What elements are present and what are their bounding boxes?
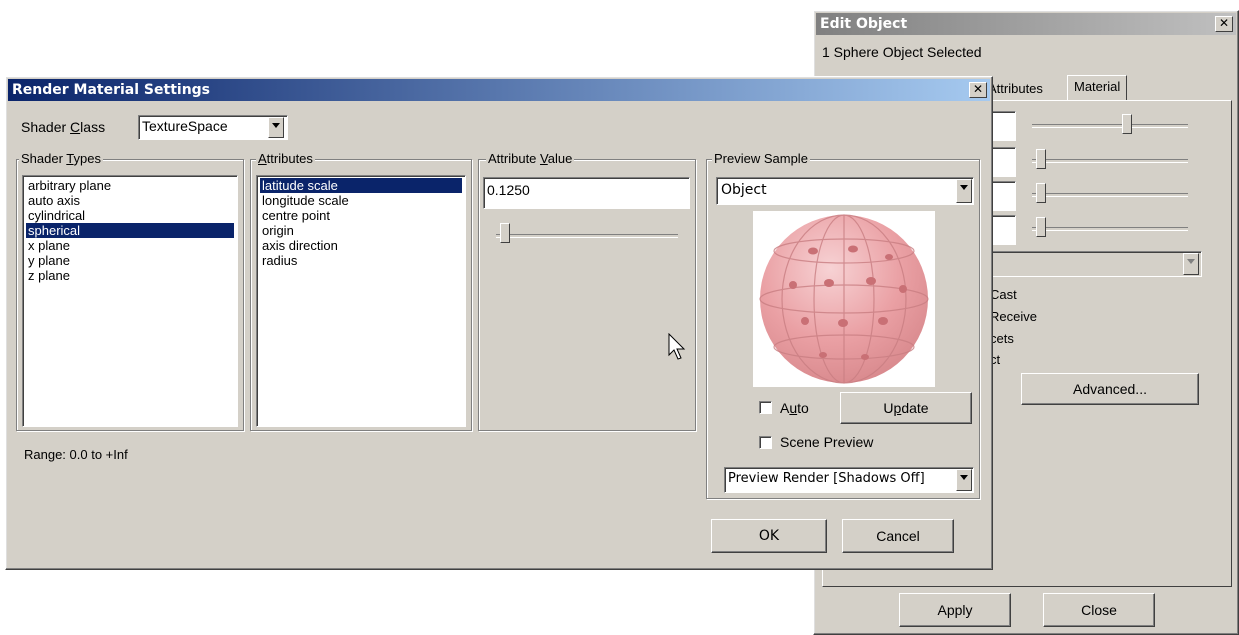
shader-type-list-item[interactable]: cylindrical [26, 208, 234, 223]
shader-class-select[interactable]: TextureSpace [138, 115, 288, 140]
edit-object-title: Edit Object [820, 16, 908, 32]
scene-preview-checkbox[interactable] [759, 436, 772, 449]
sphere-preview-icon [759, 214, 929, 384]
checkbox-cast-label[interactable]: Cast [990, 287, 1017, 302]
attribute-value-slider-track[interactable] [496, 234, 678, 238]
material-slider-track-2[interactable] [1032, 159, 1188, 163]
render-dialog-title: Render Material Settings [12, 82, 211, 98]
shader-class-chevron-down-icon[interactable] [268, 117, 284, 138]
auto-checkbox[interactable] [759, 401, 772, 414]
shader-type-list-item[interactable]: spherical [26, 223, 234, 238]
close-button[interactable]: Close [1043, 593, 1155, 627]
edit-object-close-icon[interactable]: ✕ [1215, 16, 1233, 32]
checkbox-receive-label[interactable]: Receive [990, 309, 1037, 324]
preview-object-chevron-down-icon[interactable] [956, 179, 972, 203]
tab-material[interactable]: Material [1067, 75, 1128, 101]
shader-type-list-item[interactable]: x plane [26, 238, 234, 253]
selection-status: 1 Sphere Object Selected [822, 44, 982, 60]
material-combo-chevron-down-icon[interactable] [1183, 253, 1199, 275]
mouse-cursor-icon [668, 333, 686, 360]
cancel-button[interactable]: Cancel [842, 519, 954, 553]
material-slider-thumb-1[interactable] [1122, 114, 1132, 134]
ok-button[interactable]: OK [711, 519, 827, 553]
range-text: Range: 0.0 to +Inf [24, 447, 128, 462]
attributes-list[interactable]: latitude scale longitude scale centre poin… [256, 175, 466, 427]
update-button[interactable]: Update [840, 392, 972, 424]
attribute-value-input[interactable]: 0.1250 [483, 177, 690, 209]
tab-attributes[interactable]: Attributes [984, 79, 1047, 98]
preview-image [753, 211, 935, 387]
preview-render-select[interactable]: Preview Render [Shadows Off] [724, 467, 974, 493]
shader-type-list-item[interactable]: y plane [26, 253, 234, 268]
shader-type-list-item[interactable]: z plane [26, 268, 234, 283]
auto-label[interactable]: Auto [780, 400, 809, 416]
material-slider-thumb-3[interactable] [1036, 183, 1046, 203]
shader-type-list-item[interactable]: arbitrary plane [26, 178, 234, 193]
checkbox-facets-label[interactable]: cets [990, 331, 1014, 346]
material-slider-track-4[interactable] [1032, 227, 1188, 231]
attribute-list-item[interactable]: latitude scale [260, 178, 462, 193]
render-dialog-close-icon[interactable]: ✕ [969, 82, 987, 98]
render-material-dialog: Render Material Settings ✕ Shader Class … [5, 76, 993, 570]
advanced-button[interactable]: Advanced... [1021, 373, 1199, 405]
material-slider-track-1[interactable] [1032, 124, 1188, 128]
scene-preview-label[interactable]: Scene Preview [780, 434, 873, 450]
attributes-label: Attributes [256, 151, 315, 166]
shader-class-label: Shader Class [21, 119, 106, 135]
attribute-list-item[interactable]: longitude scale [260, 193, 462, 208]
attribute-list-item[interactable]: axis direction [260, 238, 462, 253]
attribute-list-item[interactable]: centre point [260, 208, 462, 223]
preview-sample-label: Preview Sample [712, 151, 810, 166]
preview-object-select[interactable]: Object [716, 177, 974, 205]
material-combo[interactable] [984, 251, 1202, 277]
attribute-list-item[interactable]: origin [260, 223, 462, 238]
attribute-value-slider-thumb[interactable] [500, 223, 510, 243]
apply-button[interactable]: Apply [899, 593, 1011, 627]
preview-render-chevron-down-icon[interactable] [956, 469, 972, 491]
attribute-value-label: Attribute Value [486, 151, 575, 166]
material-slider-thumb-2[interactable] [1036, 149, 1046, 169]
attribute-list-item[interactable]: radius [260, 253, 462, 268]
render-dialog-titlebar[interactable]: Render Material Settings ✕ [8, 79, 990, 101]
shader-types-list[interactable]: arbitrary plane auto axis cylindrical spher… [22, 175, 238, 427]
shader-type-list-item[interactable]: auto axis [26, 193, 234, 208]
edit-object-titlebar[interactable]: Edit Object ✕ [816, 13, 1236, 35]
material-slider-thumb-4[interactable] [1036, 217, 1046, 237]
shader-types-label: Shader Types [19, 151, 103, 166]
material-slider-track-3[interactable] [1032, 193, 1188, 197]
